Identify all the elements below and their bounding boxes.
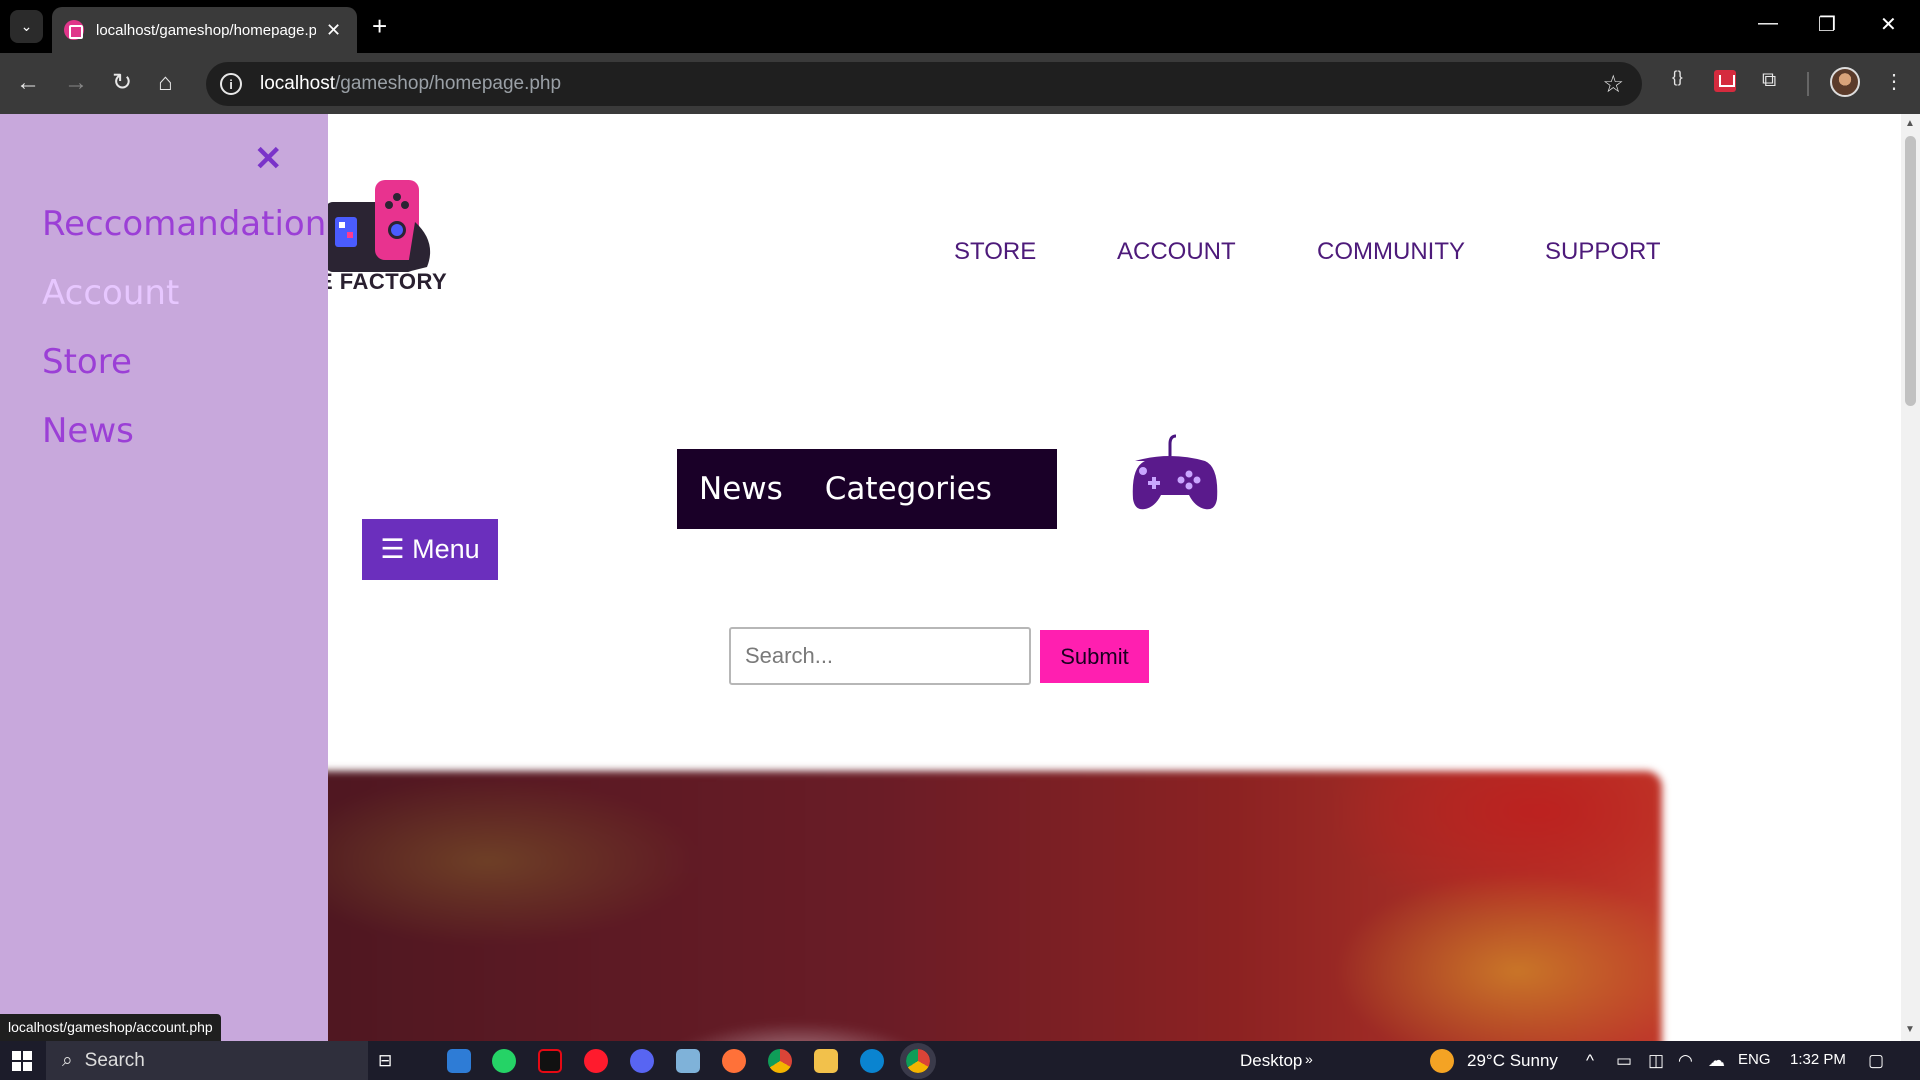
task-view-icon[interactable]: ⊟ [378, 1051, 392, 1071]
logo-text: E FACTORY [318, 269, 448, 294]
whatsapp-app-icon[interactable] [492, 1049, 516, 1073]
web-page: E FACTORY STORE ACCOUNT COMMUNITY SUPPOR… [0, 114, 1920, 1041]
drawer-link-store[interactable]: Store [42, 342, 132, 382]
drawer-link-account[interactable]: Account [42, 273, 179, 313]
wifi-icon[interactable]: ◠ [1678, 1051, 1693, 1071]
side-drawer: ✕ Reccomandation Account Store News [0, 114, 328, 1041]
site-info-icon[interactable]: i [220, 73, 242, 95]
nav-community[interactable]: COMMUNITY [1317, 238, 1465, 266]
reload-icon[interactable]: ↻ [112, 69, 132, 97]
profile-avatar[interactable] [1830, 67, 1860, 97]
page-scrollbar[interactable]: ▲ ▼ [1901, 114, 1920, 1041]
search-icon: ⌕ [62, 1049, 73, 1071]
url-text: localhost/gameshop/homepage.php [260, 73, 562, 94]
edge-app-icon[interactable] [860, 1049, 884, 1073]
drawer-link-news[interactable]: News [42, 411, 134, 451]
file-explorer-icon[interactable] [814, 1049, 838, 1073]
news-link[interactable]: News [699, 471, 783, 507]
close-tab-icon[interactable]: ✕ [326, 20, 341, 41]
address-bar[interactable]: i localhost/gameshop/homepage.php ☆ [206, 62, 1642, 106]
clock-time[interactable]: 1:32 PM [1790, 1051, 1846, 1068]
site-favicon-icon [64, 20, 84, 40]
menu-button[interactable]: ☰ Menu [362, 519, 498, 580]
nav-store[interactable]: STORE [954, 238, 1036, 266]
windows-taskbar: ⌕ Search ⊟ Desktop » 29°C Sunny ^ ▭ ◫ ◠ … [0, 1041, 1920, 1080]
forward-icon[interactable]: → [64, 69, 88, 97]
extensions-puzzle-icon[interactable]: ⧉ [1762, 69, 1776, 92]
weather-text[interactable]: 29°C Sunny [1467, 1051, 1558, 1071]
restore-icon[interactable]: ❐ [1818, 12, 1836, 37]
nav-support[interactable]: SUPPORT [1545, 238, 1661, 266]
taskbar-search[interactable]: ⌕ Search [46, 1041, 368, 1080]
bookmark-star-icon[interactable]: ☆ [1602, 70, 1624, 99]
weather-sun-icon [1430, 1049, 1454, 1073]
home-icon[interactable]: ⌂ [158, 69, 173, 97]
cloud-icon[interactable]: ☁ [1708, 1051, 1725, 1071]
drawer-link-reccomandation[interactable]: Reccomandation [42, 204, 326, 244]
camera-icon[interactable]: ◫ [1648, 1051, 1664, 1071]
taskbar-search-label: Search [84, 1049, 145, 1071]
desktop-toolbar-label[interactable]: Desktop [1240, 1051, 1302, 1071]
status-url-preview: localhost/gameshop/account.php [0, 1014, 221, 1041]
browser-toolbar: ← → ↻ ⌂ i localhost/gameshop/homepage.ph… [0, 53, 1920, 114]
firefox-app-icon[interactable] [722, 1049, 746, 1073]
new-tab-icon[interactable]: + [372, 12, 387, 40]
more-menu-icon[interactable]: ⋮ [1884, 69, 1904, 94]
close-drawer-icon[interactable]: ✕ [254, 142, 283, 176]
windows-start-icon[interactable] [12, 1051, 32, 1071]
toolbar-divider [1807, 72, 1809, 96]
netflix-app-icon[interactable] [538, 1049, 562, 1073]
categories-link[interactable]: Categories [825, 471, 992, 507]
browser-tab[interactable]: localhost/gameshop/homepage.php ✕ [52, 7, 357, 53]
tab-search-button[interactable]: ⌄ [10, 10, 43, 43]
notifications-icon[interactable]: ▢ [1868, 1051, 1884, 1071]
search-input[interactable] [729, 627, 1031, 685]
tray-overflow-chevron-icon[interactable]: ^ [1586, 1051, 1594, 1071]
featured-banner-image[interactable] [237, 771, 1662, 1041]
scroll-thumb[interactable] [1905, 136, 1916, 406]
back-icon[interactable]: ← [16, 69, 40, 97]
minimize-icon[interactable]: — [1758, 12, 1778, 35]
language-indicator[interactable]: ENG [1738, 1051, 1771, 1068]
nav-account[interactable]: ACCOUNT [1117, 238, 1236, 266]
chrome-active-app-icon[interactable] [900, 1043, 936, 1079]
opera-app-icon[interactable] [584, 1049, 608, 1073]
chrome-app-icon[interactable] [768, 1049, 792, 1073]
mail-app-icon[interactable] [447, 1049, 471, 1073]
discord-app-icon[interactable] [630, 1049, 654, 1073]
json-extension-icon[interactable]: {} [1672, 69, 1683, 87]
chevron-down-icon: ⌄ [20, 18, 33, 34]
scroll-down-arrow-icon[interactable]: ▼ [1905, 1024, 1915, 1035]
browser-tab-bar: ⌄ localhost/gameshop/homepage.php ✕ + — … [0, 0, 1920, 53]
pocket-extension-icon[interactable] [1714, 70, 1736, 92]
battery-icon[interactable]: ▭ [1616, 1051, 1632, 1071]
notes-app-icon[interactable] [676, 1049, 700, 1073]
submit-button[interactable]: Submit [1040, 630, 1149, 683]
game-controller-icon [1132, 434, 1218, 510]
chevron-right-icon[interactable]: » [1305, 1051, 1313, 1067]
close-window-icon[interactable]: ✕ [1880, 12, 1897, 37]
news-categories-bar: News Categories [677, 449, 1057, 529]
tab-title: localhost/gameshop/homepage.php [96, 21, 316, 39]
scroll-up-arrow-icon[interactable]: ▲ [1905, 118, 1915, 129]
